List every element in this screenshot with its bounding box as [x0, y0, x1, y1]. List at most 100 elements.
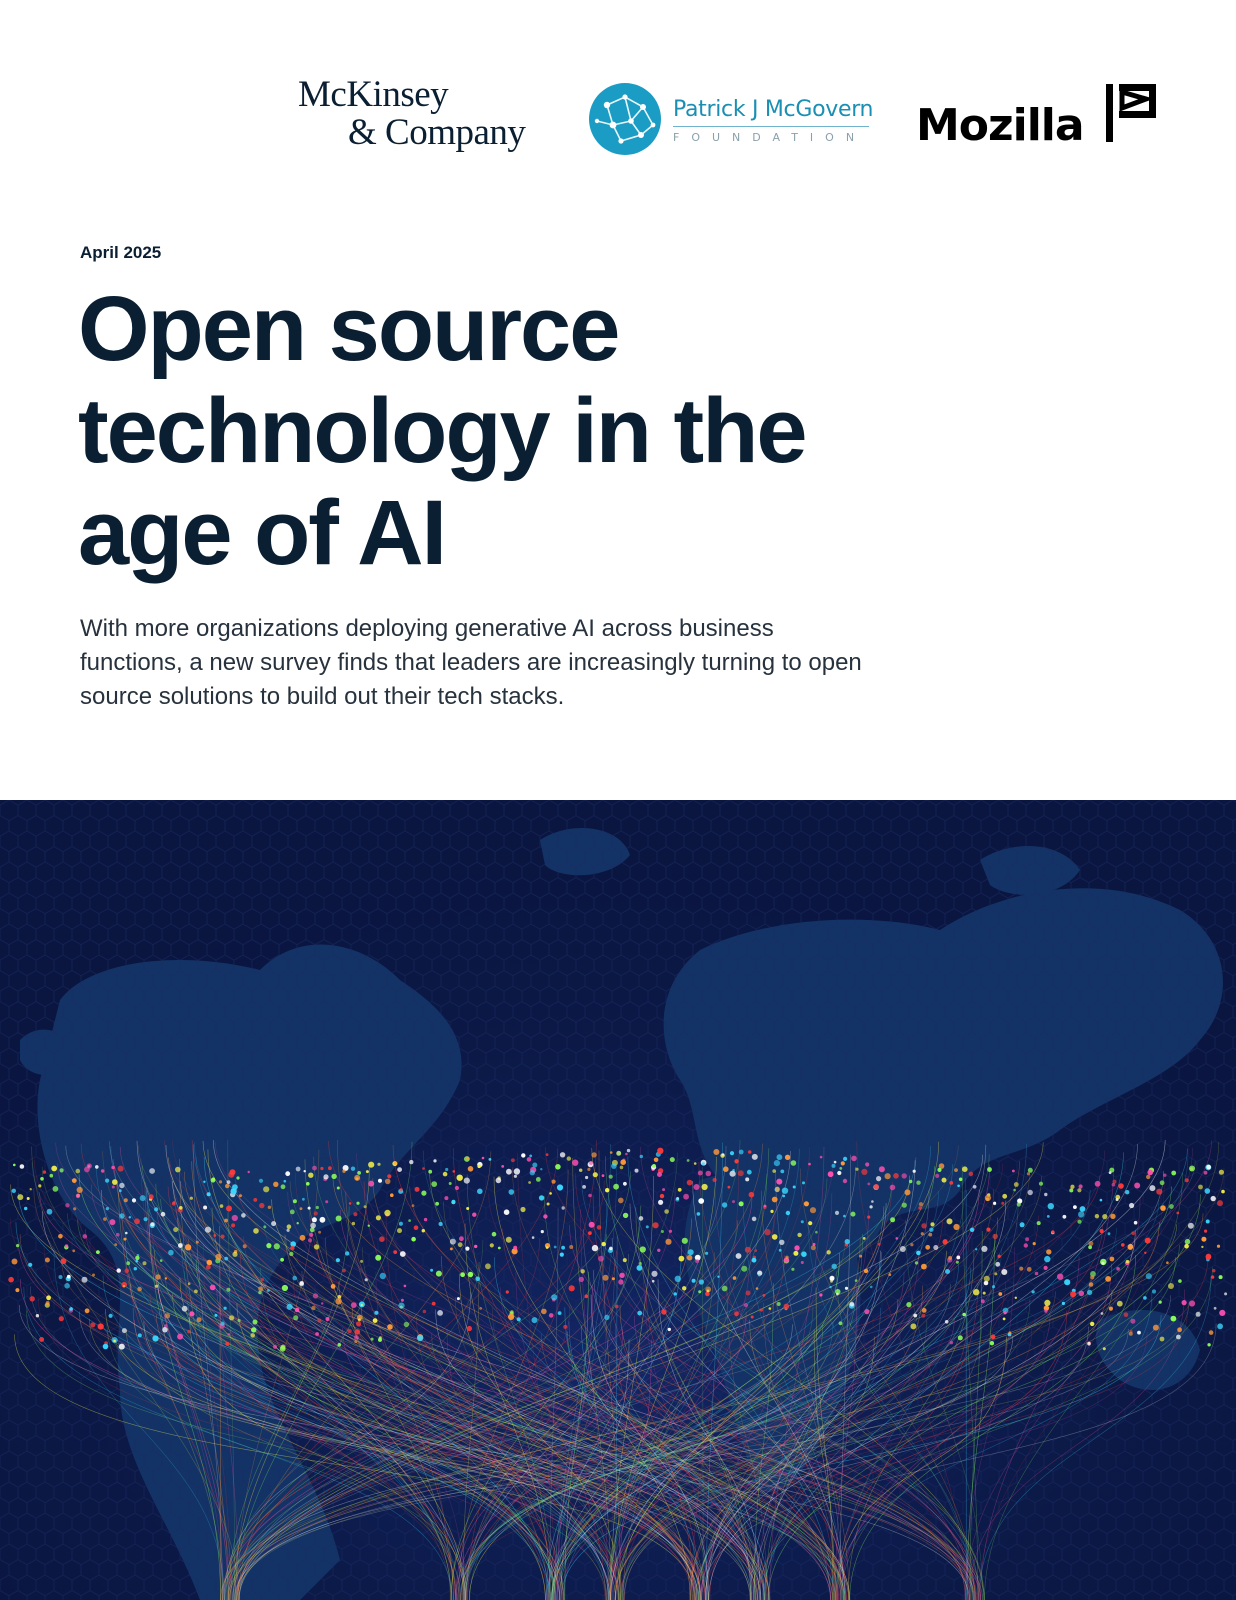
light-point [368, 1180, 375, 1187]
light-point [843, 1214, 846, 1218]
light-point [337, 1295, 342, 1299]
light-point [578, 1276, 584, 1283]
light-point [1129, 1202, 1135, 1209]
light-point [60, 1258, 67, 1265]
light-point [678, 1255, 685, 1262]
light-point [994, 1272, 998, 1276]
light-point [477, 1164, 482, 1169]
light-point [729, 1151, 735, 1156]
light-point [279, 1345, 286, 1352]
light-point [345, 1251, 350, 1256]
light-point [1168, 1283, 1174, 1289]
light-point [651, 1279, 655, 1283]
light-point [1218, 1275, 1223, 1280]
light-point [397, 1167, 402, 1172]
light-point [384, 1178, 391, 1185]
light-point [677, 1187, 682, 1192]
light-point [116, 1268, 121, 1273]
light-point [780, 1169, 785, 1174]
light-point [755, 1287, 759, 1290]
light-point [76, 1186, 83, 1193]
light-point [350, 1166, 356, 1171]
light-point [1115, 1198, 1119, 1202]
light-point [325, 1200, 329, 1204]
light-point [1008, 1331, 1012, 1335]
light-point [313, 1211, 318, 1216]
light-point [370, 1337, 374, 1341]
light-point [1203, 1170, 1208, 1175]
light-point [72, 1249, 76, 1253]
hero-world-map-illustration [0, 800, 1236, 1600]
light-point [1102, 1347, 1106, 1351]
light-point [82, 1234, 88, 1239]
light-point [354, 1340, 358, 1344]
light-point [743, 1303, 749, 1308]
light-point [659, 1193, 665, 1199]
light-point [696, 1212, 701, 1216]
light-point [477, 1188, 483, 1195]
light-point [1201, 1245, 1204, 1249]
light-point [797, 1232, 802, 1238]
light-point [819, 1293, 823, 1297]
light-point [195, 1240, 199, 1244]
light-point [159, 1259, 163, 1262]
light-point [139, 1195, 146, 1202]
light-point [465, 1246, 470, 1251]
light-point [367, 1224, 370, 1227]
light-point [913, 1313, 918, 1318]
light-point [29, 1296, 35, 1302]
light-point [164, 1277, 168, 1280]
world-map-network-graphic [0, 800, 1236, 1600]
light-point [357, 1318, 361, 1322]
light-point [258, 1286, 264, 1292]
light-point [935, 1173, 940, 1178]
light-point [1111, 1182, 1116, 1187]
light-point [904, 1189, 911, 1196]
light-point [764, 1229, 771, 1236]
light-point [299, 1207, 303, 1210]
light-point [237, 1318, 241, 1323]
light-point [142, 1261, 147, 1266]
light-point [225, 1183, 230, 1189]
light-point [616, 1150, 622, 1156]
light-point [639, 1154, 643, 1159]
light-point [771, 1196, 778, 1203]
light-point [809, 1207, 817, 1214]
light-point [320, 1166, 324, 1171]
light-point [521, 1153, 526, 1158]
light-point [1077, 1219, 1082, 1224]
light-point [531, 1317, 538, 1324]
light-point [693, 1162, 697, 1165]
light-point [591, 1152, 597, 1158]
light-point [408, 1219, 411, 1222]
light-point [682, 1286, 687, 1291]
light-point [810, 1245, 816, 1251]
light-point [150, 1222, 155, 1227]
light-point [1036, 1221, 1041, 1226]
light-point [1107, 1232, 1111, 1236]
light-point [1159, 1336, 1165, 1342]
light-point [259, 1202, 265, 1209]
light-point [955, 1260, 959, 1264]
light-point [96, 1250, 100, 1254]
light-point [1070, 1291, 1077, 1298]
light-point [751, 1153, 758, 1160]
light-point [457, 1242, 463, 1248]
light-point [949, 1340, 954, 1345]
light-point [206, 1264, 211, 1270]
light-point [1088, 1241, 1094, 1246]
light-point [545, 1153, 549, 1156]
light-point [295, 1166, 301, 1172]
light-point [241, 1213, 246, 1218]
light-point [611, 1277, 615, 1281]
light-point [910, 1323, 917, 1330]
light-point [513, 1245, 518, 1250]
light-point [103, 1217, 107, 1221]
light-point [529, 1154, 533, 1158]
light-point [226, 1180, 231, 1184]
light-point [729, 1170, 736, 1177]
light-point [1088, 1282, 1094, 1287]
light-point [1090, 1321, 1095, 1327]
light-point [1110, 1213, 1116, 1219]
light-point [403, 1284, 407, 1288]
